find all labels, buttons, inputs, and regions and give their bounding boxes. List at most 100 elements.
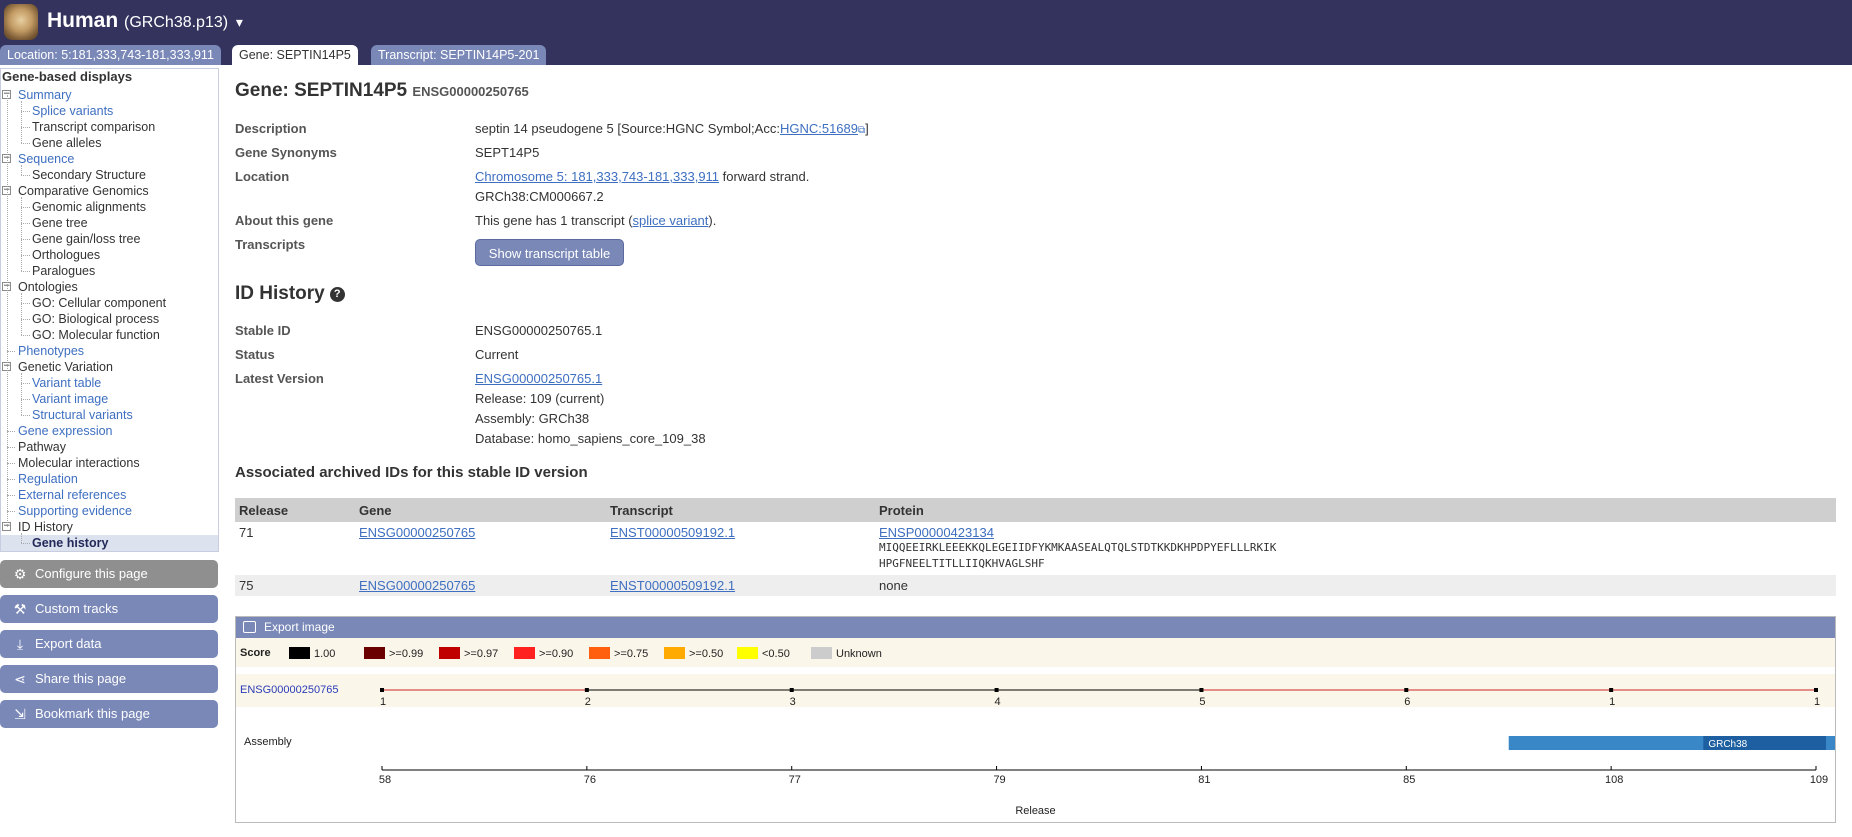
track-point[interactable] [380, 688, 384, 692]
x-axis-label: Release [1015, 805, 1056, 817]
masthead: Human (GRCh38.p13) ▾ Location: 5:181,333… [0, 0, 1852, 65]
sidebar-item-label: Secondary Structure [32, 168, 146, 182]
stable-id-value: ENSG00000250765.1 [475, 323, 603, 338]
release-value: Release: 109 (current) [475, 391, 605, 406]
database-value: Database: homo_sapiens_core_109_38 [475, 431, 706, 446]
sidebar-item-label: ID History [18, 520, 73, 534]
sidebar-item-label: Transcript comparison [32, 120, 156, 134]
col-transcript-header[interactable]: Transcript [606, 498, 875, 522]
tool-button-label: Bookmark this page [35, 706, 150, 721]
tool-button-label: Configure this page [35, 566, 148, 581]
tree-connector [21, 319, 30, 320]
sidebar-item-label: Variant image [32, 392, 109, 406]
tree-connector [21, 335, 30, 336]
custom-tracks-button[interactable]: ⚒ Custom tracks [0, 595, 218, 623]
protein-sequence-line-1: MIQQEEIRKLEEEKKQLEGEIIDFYKMKAASEALQTQLST… [879, 541, 1277, 554]
sidebar-item-label: Ontologies [18, 280, 78, 294]
transcript-link[interactable]: ENST00000509192.1 [610, 525, 735, 540]
export-icon: ⤓ [16, 636, 24, 652]
synonyms-value: SEPT14P5 [475, 145, 540, 160]
sidebar-item-label: Gene gain/loss tree [32, 232, 141, 246]
history-image-panel: Export image Score 1.00 >=0.99 >=0.97 >=0.90… [235, 616, 1836, 823]
tab-location[interactable]: Location: 5:181,333,743-181,333,911 [0, 45, 221, 65]
sidebar-item-label: Summary [18, 88, 72, 102]
track-point[interactable] [789, 688, 794, 692]
col-protein-header[interactable]: Protein [875, 498, 1836, 522]
stable-id-label: Stable ID [235, 323, 291, 338]
help-icon[interactable]: ? [329, 287, 345, 302]
track-point[interactable] [994, 688, 999, 692]
configure-this-page-button[interactable]: ⚙ Configure this page [0, 560, 218, 588]
transcript-cell: ENST00000509192.1 [606, 522, 875, 575]
species-logo-icon[interactable] [4, 4, 38, 40]
about-value: This gene has 1 transcript (splice varia… [475, 213, 717, 228]
latest-version-label: Latest Version [235, 371, 324, 386]
col-gene-header[interactable]: Gene [355, 498, 606, 522]
splice-variant-link[interactable]: splice variant [633, 213, 709, 228]
tab-gene[interactable]: Gene: SEPTIN14P5 [232, 45, 358, 65]
sidebar-item-label: Gene expression [18, 424, 113, 438]
location-value: Chromosome 5: 181,333,743-181,333,911 fo… [475, 169, 810, 184]
species-selector[interactable]: Human (GRCh38.p13) ▾ [47, 9, 243, 33]
tool-button-label: Share this page [35, 671, 127, 686]
col-release-header[interactable]: Release [235, 498, 355, 522]
show-transcript-table-button[interactable]: Show transcript table [475, 239, 624, 266]
share-icon: ⋖ [14, 671, 26, 687]
archived-ids-table: Release Gene Transcript Protein 71 ENSG0… [235, 498, 1836, 596]
gene-cell: ENSG00000250765 [355, 575, 606, 596]
species-name: Human [47, 9, 119, 32]
track-point[interactable] [1199, 688, 1204, 692]
tree-trunk-line [7, 95, 8, 527]
protein-link[interactable]: ENSP00000423134 [879, 525, 994, 540]
status-value: Current [475, 347, 519, 362]
track-point-label: 6 [1404, 696, 1411, 708]
tab-transcript[interactable]: Transcript: SEPTIN14P5-201 [371, 45, 547, 65]
track-point-label: 4 [994, 696, 1001, 708]
tree-branch-line [21, 373, 22, 415]
protein-cell: none [875, 575, 1836, 596]
sidebar-item-label: Orthologues [32, 248, 101, 262]
latest-version-link[interactable]: ENSG00000250765.1 [475, 371, 602, 386]
track-point-label: 1 [379, 696, 387, 708]
transcript-link[interactable]: ENST00000509192.1 [610, 578, 735, 593]
hgnc-link[interactable]: HGNC:51689 [780, 121, 858, 136]
tree-connector [21, 543, 30, 544]
assembly-name: (GRCh38.p13) [124, 14, 229, 31]
tree-connector [21, 111, 30, 112]
chevron-down-icon: ▾ [235, 14, 243, 30]
sidebar-item-label: Genetic Variation [18, 360, 113, 374]
track-point-label: 3 [789, 696, 796, 708]
x-tick-label: 108 [1604, 774, 1624, 786]
tree-connector [21, 383, 30, 384]
about-label: About this gene [235, 213, 334, 228]
sidebar-item-label: Molecular interactions [18, 456, 140, 470]
table-header-row: Release Gene Transcript Protein [235, 498, 1836, 522]
location-link[interactable]: Chromosome 5: 181,333,743-181,333,911 [475, 169, 719, 184]
share-this-page-button[interactable]: ⋖ Share this page [0, 665, 218, 693]
custom-tracks-icon: ⚒ [13, 601, 27, 617]
sidebar-item-label: Supporting evidence [18, 504, 132, 518]
tree-branch-line [21, 293, 22, 335]
tree-connector [21, 415, 30, 416]
track-point[interactable] [1609, 688, 1614, 692]
track-point[interactable] [584, 688, 589, 692]
export-data-button[interactable]: ⤓ Export data [0, 630, 218, 658]
sidebar-nav: Gene-based displays − Summary Splice varia… [0, 68, 219, 552]
x-tick-label: 76 [583, 774, 596, 786]
tree-connector [7, 447, 15, 448]
tree-connector [21, 271, 30, 272]
track-point-label: 2 [584, 696, 591, 708]
track-point[interactable] [1814, 688, 1818, 692]
sidebar-item-gene-history[interactable]: Gene history [1, 535, 218, 551]
table-row: 75 ENSG00000250765 ENST00000509192.1 non… [235, 575, 1836, 596]
bookmark-this-page-button[interactable]: ⇲ Bookmark this page [0, 700, 218, 728]
location-alt: GRCh38:CM000667.2 [475, 189, 604, 204]
id-history-title: ID History? [235, 283, 345, 305]
protein-sequence-line-2: HPGFNEELTITLLIIQKHVAGLSHF [879, 557, 1045, 570]
gene-link[interactable]: ENSG00000250765 [359, 578, 475, 593]
description-label: Description [235, 121, 307, 136]
sidebar-item-label: Structural variants [32, 408, 133, 422]
track-point[interactable] [1404, 688, 1409, 692]
gene-link[interactable]: ENSG00000250765 [359, 525, 475, 540]
location-label: Location [235, 169, 290, 184]
